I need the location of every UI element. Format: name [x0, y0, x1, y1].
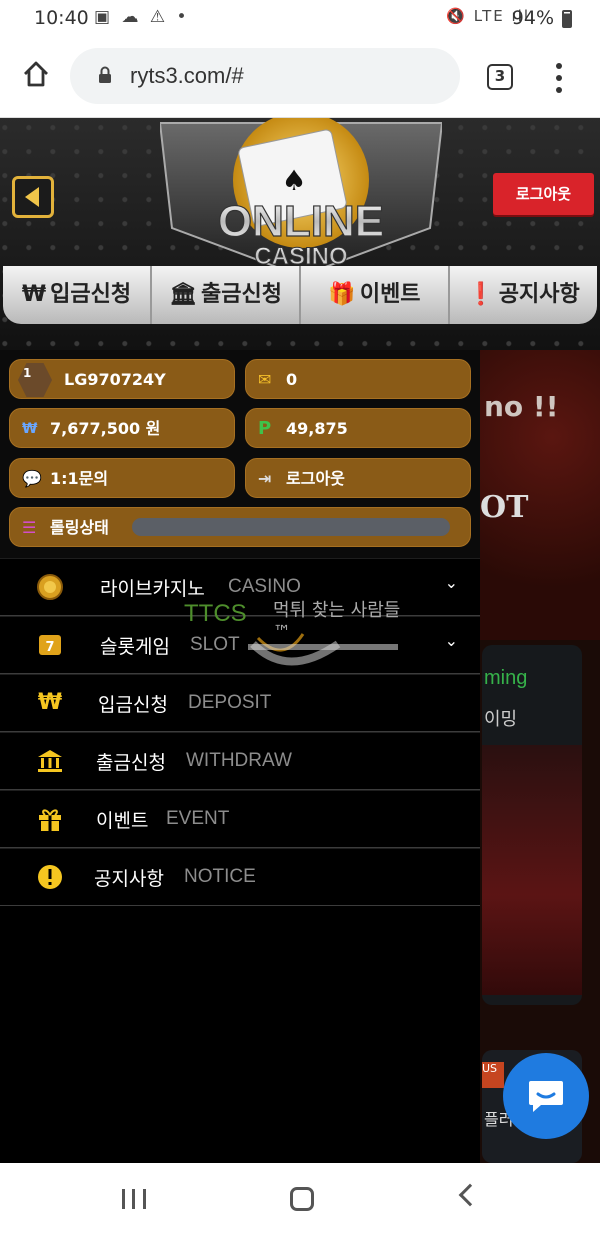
nav-event[interactable]: 🎁 이벤트: [301, 266, 450, 324]
background-slot-text: OT: [480, 490, 529, 525]
more-options-icon[interactable]: [553, 62, 565, 94]
menu-item-notice-en: NOTICE: [184, 866, 256, 887]
chat-bubble-icon: 💬: [22, 469, 42, 488]
menu-item-casino-en: CASINO: [228, 576, 301, 597]
list-icon: ☰: [22, 518, 37, 537]
chevron-down-icon: ⌄: [444, 573, 458, 592]
status-time: 10:40: [34, 7, 89, 29]
gift-icon: [39, 809, 61, 831]
balance-pill: ₩ 7,677,500 원: [9, 408, 235, 448]
bank-icon: [38, 750, 62, 772]
user-info-box: 1 LG970724Y ✉ 0 ₩ 7,677,500 원 P 49,875 💬…: [0, 350, 480, 558]
battery-level: 94%: [511, 7, 554, 29]
online-casino-logo: ♠ ONLINE CASINO: [160, 118, 442, 276]
background-page: no !! OT ming 이밍 US 플러: [480, 350, 600, 1163]
menu-item-slot-ko: 슬롯게임: [100, 636, 170, 658]
background-card-subtitle: 이밍: [484, 709, 518, 730]
status-bar: 10:40 ▣ ☁ ⚠ • 🔇 LTE ıll 94%: [0, 0, 600, 38]
envelope-icon: ✉: [258, 370, 272, 389]
message-count: 0: [286, 370, 298, 389]
rank-level: 1: [23, 366, 32, 380]
alert-icon: ❗: [467, 282, 495, 307]
back-arrow-button[interactable]: [12, 176, 54, 218]
won-icon: ₩: [21, 282, 47, 307]
won-currency-icon: ₩: [22, 421, 38, 437]
home-icon[interactable]: [22, 60, 50, 88]
rolling-label: 롤링상태: [50, 518, 109, 537]
won-icon: ₩: [37, 690, 63, 715]
messages-pill[interactable]: ✉ 0: [245, 359, 471, 399]
side-menu-panel: 1 LG970724Y ✉ 0 ₩ 7,677,500 원 P 49,875 💬…: [0, 350, 480, 1163]
username: LG970724Y: [64, 370, 166, 389]
slot-777-icon: 7: [39, 635, 61, 655]
balance-amount: 7,677,500 원: [50, 419, 161, 438]
logout-pill[interactable]: ⇥ 로그아웃: [245, 458, 471, 498]
main-nav: ₩ 입금신청 🏛 출금신청 🎁 이벤트 ❗ 공지사항: [3, 266, 597, 324]
points-icon: P: [258, 418, 272, 439]
logo-text: ONLINE: [218, 197, 384, 246]
bank-icon: 🏛: [169, 282, 197, 307]
nav-event-label: 이벤트: [359, 282, 421, 307]
menu-item-deposit-en: DEPOSIT: [188, 692, 272, 713]
status-notification-icons: ▣ ☁ ⚠ •: [94, 7, 190, 27]
rolling-status-pill: ☰ 롤링상태: [9, 507, 471, 547]
nav-deposit-label: 입금신청: [50, 282, 132, 307]
inquiry-label: 1:1문의: [50, 469, 109, 488]
nav-notice[interactable]: ❗ 공지사항: [450, 266, 597, 324]
chat-icon: [529, 1081, 563, 1112]
nav-withdraw-label: 출금신청: [200, 282, 282, 307]
watermark-brand: TTCS: [184, 600, 247, 627]
recent-apps-icon[interactable]: [122, 1189, 146, 1209]
battery-icon: [562, 10, 572, 28]
rolling-progress-bar: [132, 518, 450, 536]
nav-withdraw[interactable]: 🏛 출금신청: [152, 266, 301, 324]
chevron-down-icon: ⌄: [444, 631, 458, 650]
tab-switcher-button[interactable]: 3: [487, 64, 513, 90]
system-nav-bar: [0, 1163, 600, 1233]
logout-label: 로그아웃: [286, 469, 345, 488]
background-banner-text: no !!: [484, 390, 559, 423]
casino-chip-icon: [37, 574, 63, 600]
nav-deposit[interactable]: ₩ 입금신청: [3, 266, 152, 324]
menu-item-notice-ko: 공지사항: [94, 868, 164, 890]
home-button-icon[interactable]: [290, 1187, 314, 1211]
site-header: ♠ ONLINE CASINO 로그아웃 ₩ 입금신청 🏛 출금신청 🎁 이벤트 ❗ 공…: [0, 118, 600, 350]
browser-toolbar: ryts3.com/# 3: [0, 38, 600, 118]
menu-item-withdraw[interactable]: 출금신청 WITHDRAW: [0, 732, 480, 790]
svg-text:♠: ♠: [281, 164, 306, 197]
nav-notice-label: 공지사항: [498, 282, 580, 307]
points-pill: P 49,875: [245, 408, 471, 448]
header-logout-button[interactable]: 로그아웃: [493, 173, 594, 215]
menu-item-event-en: EVENT: [166, 808, 230, 829]
back-icon[interactable]: [458, 1183, 482, 1207]
watermark-swoosh-icon: [248, 633, 398, 666]
url-text: ryts3.com/#: [130, 63, 244, 88]
gift-icon: 🎁: [328, 282, 356, 307]
background-card-title: ming: [484, 667, 528, 689]
menu-item-deposit-ko: 입금신청: [98, 694, 168, 716]
lock-icon: [99, 66, 111, 83]
address-bar[interactable]: ryts3.com/#: [70, 48, 460, 104]
live-chat-button[interactable]: [503, 1053, 589, 1139]
watermark: TTCS 먹튀 찾는 사람들™: [178, 596, 408, 676]
username-pill: 1 LG970724Y: [9, 359, 235, 399]
menu-item-event-ko: 이벤트: [96, 810, 149, 832]
sign-out-icon: ⇥: [258, 469, 272, 488]
rank-badge-icon: 1: [18, 363, 52, 397]
background-card-image: [482, 745, 582, 995]
menu-item-withdraw-en: WITHDRAW: [186, 750, 292, 771]
alert-icon: [38, 865, 62, 889]
points-amount: 49,875: [286, 419, 348, 438]
menu-item-notice[interactable]: 공지사항 NOTICE: [0, 848, 480, 906]
inquiry-pill[interactable]: 💬 1:1문의: [9, 458, 235, 498]
background-card-2-badge: US: [482, 1062, 504, 1088]
menu-item-deposit[interactable]: ₩ 입금신청 DEPOSIT: [0, 674, 480, 732]
menu-item-withdraw-ko: 출금신청: [96, 752, 166, 774]
svg-text:7: 7: [45, 640, 54, 655]
background-game-card: ming 이밍: [482, 645, 582, 1005]
menu-item-event[interactable]: 이벤트 EVENT: [0, 790, 480, 848]
